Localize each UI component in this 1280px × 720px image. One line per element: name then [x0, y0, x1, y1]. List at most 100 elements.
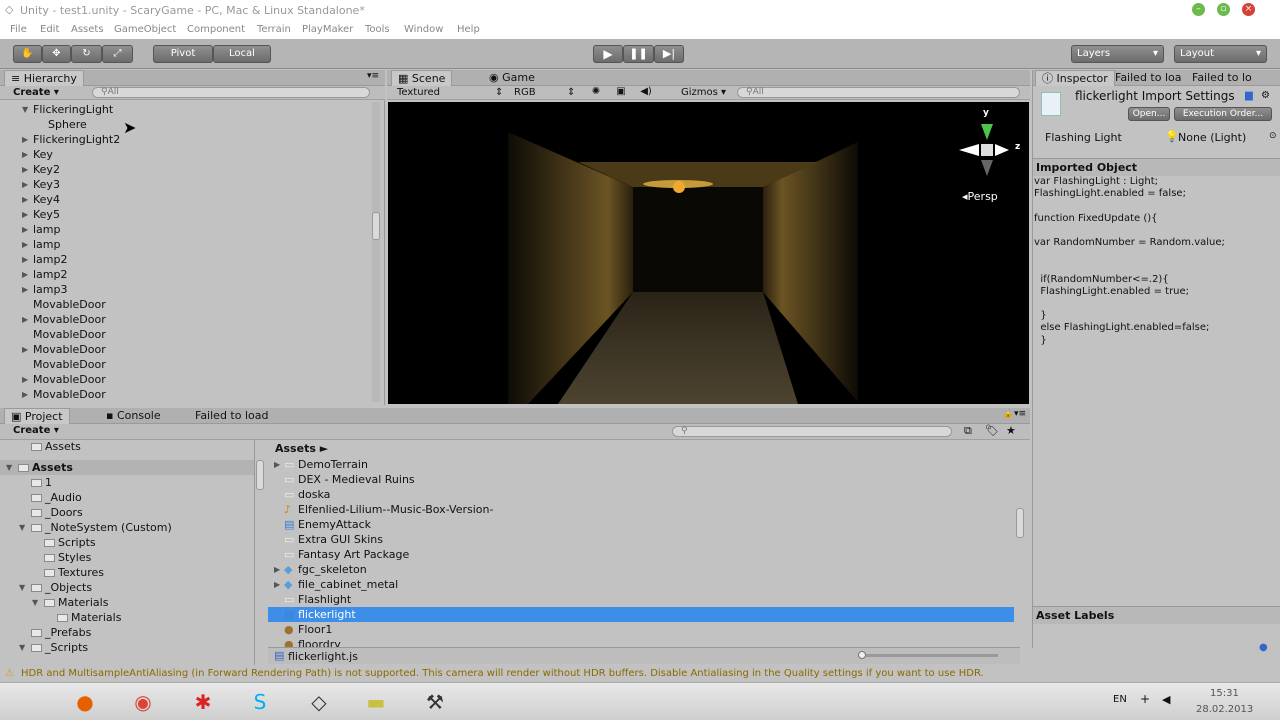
expanded-arrow-icon[interactable]: ▼: [6, 460, 12, 475]
execution-order-button[interactable]: Execution Order...: [1174, 107, 1272, 121]
hand-tool-icon[interactable]: ✋: [13, 45, 42, 63]
folder-tree-item[interactable]: ▼ Assets: [0, 460, 254, 475]
menu-window[interactable]: Window: [404, 24, 443, 35]
menu-playmaker[interactable]: PlayMaker: [302, 24, 353, 35]
asset-label-icon[interactable]: ●: [1259, 642, 1268, 653]
expanded-arrow-icon[interactable]: ▼: [19, 520, 25, 535]
expanded-arrow-icon[interactable]: ▼: [32, 595, 38, 610]
asset-item[interactable]: ▤ EnemyAttack: [268, 517, 1014, 532]
filter-type-icon[interactable]: ⧉: [964, 424, 972, 438]
network-icon[interactable]: +: [1140, 692, 1150, 706]
hierarchy-item[interactable]: ▶ lamp3: [0, 282, 370, 297]
folder-tree-item[interactable]: Assets: [0, 440, 254, 454]
menu-gameobject[interactable]: GameObject: [114, 24, 176, 35]
hierarchy-item[interactable]: MovableDoor: [0, 357, 370, 372]
minimize-icon[interactable]: –: [1192, 3, 1205, 16]
layers-dropdown[interactable]: Layers ▾: [1071, 45, 1164, 63]
collapsed-arrow-icon[interactable]: ▶: [274, 457, 280, 472]
collapsed-arrow-icon[interactable]: ▶: [22, 207, 28, 222]
collapsed-arrow-icon[interactable]: ▶: [22, 372, 28, 387]
image-effects-icon[interactable]: ▣: [612, 86, 630, 97]
gear-icon[interactable]: ⚙: [1261, 90, 1270, 101]
collapsed-arrow-icon[interactable]: ▶: [274, 577, 280, 592]
hierarchy-scrollbar[interactable]: [372, 102, 380, 402]
step-icon[interactable]: ▶|: [654, 45, 684, 63]
collapsed-arrow-icon[interactable]: ▶: [22, 312, 28, 327]
collapsed-arrow-icon[interactable]: ▶: [22, 237, 28, 252]
asset-item[interactable]: ▶ ◆ file_cabinet_metal: [268, 577, 1014, 592]
hierarchy-search-input[interactable]: ⚲All: [92, 87, 370, 98]
asset-item[interactable]: ● floordry: [268, 637, 1014, 647]
asset-item[interactable]: ▤ flickerlight: [268, 607, 1014, 622]
asset-item[interactable]: ● Floor1: [268, 622, 1014, 637]
folder-tree-item[interactable]: _Doors: [0, 505, 254, 520]
language-indicator[interactable]: EN: [1113, 694, 1127, 705]
help-icon[interactable]: ▆: [1245, 90, 1253, 101]
color-mode-dropdown[interactable]: RGB: [514, 87, 536, 98]
volume-icon[interactable]: ◀: [1162, 693, 1170, 706]
object-picker-icon[interactable]: ⊙: [1269, 131, 1277, 141]
folder-tree-item[interactable]: _Audio: [0, 490, 254, 505]
scene-viewport[interactable]: y z ◂Persp: [388, 102, 1029, 404]
status-bar[interactable]: ⚠ HDR and MultisampleAntiAliasing (in Fo…: [0, 665, 1280, 682]
asset-item[interactable]: ▭ DEX - Medieval Ruins: [268, 472, 1014, 487]
icon-size-slider[interactable]: [858, 651, 998, 659]
asset-item[interactable]: ▶ ◆ fgc_skeleton: [268, 562, 1014, 577]
scroll-thumb[interactable]: [372, 212, 380, 240]
menu-edit[interactable]: Edit: [40, 24, 59, 35]
rotate-tool-icon[interactable]: ↻: [71, 45, 102, 63]
folder-tree-item[interactable]: ▼ Materials: [0, 595, 254, 610]
hierarchy-item[interactable]: Sphere: [0, 117, 370, 132]
hierarchy-item[interactable]: ▶ lamp2: [0, 267, 370, 282]
asset-item[interactable]: ▭ doska: [268, 487, 1014, 502]
tab-failed-2[interactable]: Failed to lo: [1186, 70, 1258, 86]
collapsed-arrow-icon[interactable]: ▶: [22, 192, 28, 207]
lock-icon[interactable]: 🔒▾≡: [1003, 409, 1026, 419]
hierarchy-item[interactable]: ▶ MovableDoor: [0, 312, 370, 327]
scene-search-input[interactable]: ⚲All: [737, 87, 1020, 98]
tab-failed-load[interactable]: Failed to load: [189, 408, 274, 424]
collapsed-arrow-icon[interactable]: ▶: [22, 177, 28, 192]
flashing-light-value[interactable]: None (Light): [1178, 131, 1246, 144]
folder-tree-item[interactable]: 1: [0, 475, 254, 490]
pivot-button[interactable]: Pivot: [153, 45, 213, 63]
clock-time[interactable]: 15:31: [1210, 688, 1239, 699]
tab-inspector[interactable]: ⓘ Inspector: [1035, 70, 1115, 86]
collapsed-arrow-icon[interactable]: ▶: [22, 222, 28, 237]
asset-item[interactable]: ▭ Fantasy Art Package: [268, 547, 1014, 562]
hierarchy-item[interactable]: ▶ lamp: [0, 222, 370, 237]
app-red-icon[interactable]: ✱: [188, 688, 218, 716]
folder-tree-item[interactable]: Scripts: [0, 535, 254, 550]
hierarchy-item[interactable]: MovableDoor: [0, 297, 370, 312]
folder-tree-item[interactable]: Materials: [0, 610, 254, 625]
asset-item[interactable]: ♪ Elfenlied-Lilium--Music-Box-Version-: [268, 502, 1014, 517]
scene-gizmo-icon[interactable]: [954, 110, 1024, 200]
layout-dropdown[interactable]: Layout ▾: [1174, 45, 1267, 63]
hierarchy-item[interactable]: ▶ Key2: [0, 162, 370, 177]
panel-menu-icon[interactable]: ▾≡: [367, 71, 379, 81]
menu-component[interactable]: Component: [187, 24, 245, 35]
hierarchy-item[interactable]: ▶ MovableDoor: [0, 342, 370, 357]
folder-tree-item[interactable]: Styles: [0, 550, 254, 565]
tree-scroll-thumb[interactable]: [256, 460, 264, 490]
hierarchy-create-button[interactable]: Create ▾: [13, 87, 59, 98]
play-icon[interactable]: ▶: [593, 45, 623, 63]
hierarchy-item[interactable]: ▶ lamp: [0, 237, 370, 252]
folder-icon[interactable]: ▬: [361, 688, 391, 716]
collapsed-arrow-icon[interactable]: ▶: [22, 162, 28, 177]
project-create-button[interactable]: Create ▾: [13, 425, 59, 436]
unity-icon[interactable]: ◇: [304, 688, 334, 716]
apple-icon[interactable]: [14, 688, 44, 716]
hierarchy-item[interactable]: ▶ MovableDoor: [0, 372, 370, 387]
menu-tools[interactable]: Tools: [365, 24, 390, 35]
folder-tree-item[interactable]: ▼ _NoteSystem (Custom): [0, 520, 254, 535]
firefox-icon[interactable]: ●: [70, 688, 100, 716]
expanded-arrow-icon[interactable]: ▼: [19, 580, 25, 595]
render-mode-dropdown[interactable]: Textured: [397, 87, 440, 98]
collapsed-arrow-icon[interactable]: ▶: [22, 282, 28, 297]
clock-date[interactable]: 28.02.2013: [1196, 704, 1253, 715]
filter-label-icon[interactable]: 🏷: [985, 424, 999, 437]
tab-game[interactable]: ◉ Game: [483, 70, 541, 86]
audio-toggle-icon[interactable]: ◀): [637, 86, 655, 97]
hierarchy-item[interactable]: ▶ Key4: [0, 192, 370, 207]
